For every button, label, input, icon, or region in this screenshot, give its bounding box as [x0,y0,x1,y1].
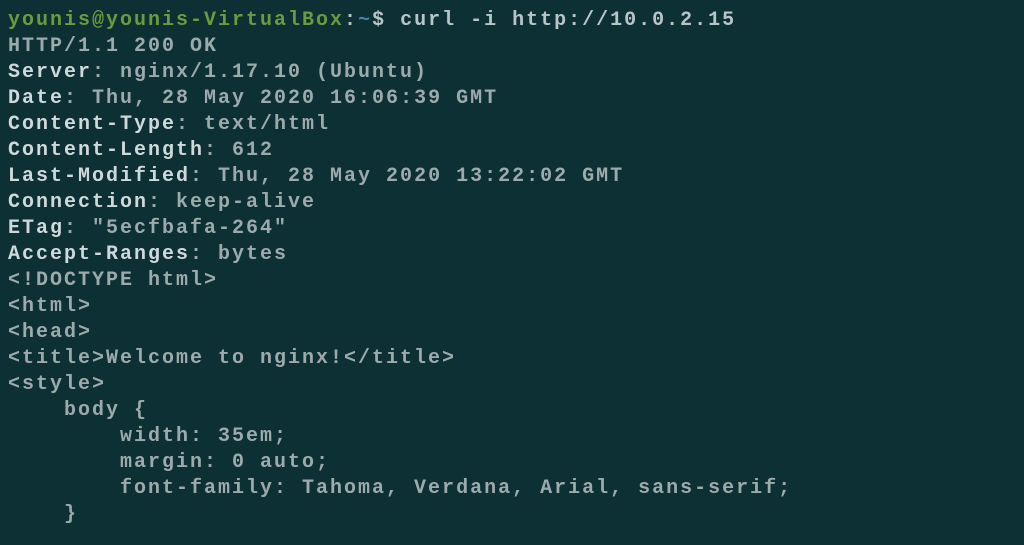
prompt-path: ~ [358,9,372,32]
prompt-line[interactable]: younis@younis-VirtualBox:~$ curl -i http… [8,8,1016,34]
body-line: body { [8,398,1016,424]
header-key: ETag [8,217,64,240]
header-key: Accept-Ranges [8,243,190,266]
header-key: Connection [8,191,148,214]
header-key: Date [8,87,64,110]
body-line: font-family: Tahoma, Verdana, Arial, san… [8,476,1016,502]
header-key: Last-Modified [8,165,190,188]
header-value: : "5ecfbafa-264" [64,217,288,240]
header-value: : keep-alive [148,191,316,214]
http-header: Last-Modified: Thu, 28 May 2020 13:22:02… [8,164,1016,190]
http-header: Date: Thu, 28 May 2020 16:06:39 GMT [8,86,1016,112]
command-text: curl -i http://10.0.2.15 [386,9,736,32]
header-value: : Thu, 28 May 2020 13:22:02 GMT [190,165,624,188]
header-value: : nginx/1.17.10 (Ubuntu) [92,61,428,84]
terminal-output: younis@younis-VirtualBox:~$ curl -i http… [8,8,1016,528]
http-header: Connection: keep-alive [8,190,1016,216]
header-key: Server [8,61,92,84]
body-line: <style> [8,372,1016,398]
body-line: } [8,502,1016,528]
body-line: <!DOCTYPE html> [8,268,1016,294]
http-header: Content-Type: text/html [8,112,1016,138]
body-line: <head> [8,320,1016,346]
header-value: : 612 [204,139,274,162]
prompt-dollar: $ [372,9,386,32]
body-line: margin: 0 auto; [8,450,1016,476]
http-status: HTTP/1.1 200 OK [8,34,1016,60]
header-value: : bytes [190,243,288,266]
http-header: Accept-Ranges: bytes [8,242,1016,268]
prompt-user: younis@younis-VirtualBox [8,9,344,32]
header-value: : Thu, 28 May 2020 16:06:39 GMT [64,87,498,110]
header-value: : text/html [176,113,330,136]
http-header: Server: nginx/1.17.10 (Ubuntu) [8,60,1016,86]
body-line: <title>Welcome to nginx!</title> [8,346,1016,372]
header-key: Content-Type [8,113,176,136]
http-header: ETag: "5ecfbafa-264" [8,216,1016,242]
prompt-colon: : [344,9,358,32]
http-header: Content-Length: 612 [8,138,1016,164]
body-line: width: 35em; [8,424,1016,450]
header-key: Content-Length [8,139,204,162]
body-line: <html> [8,294,1016,320]
